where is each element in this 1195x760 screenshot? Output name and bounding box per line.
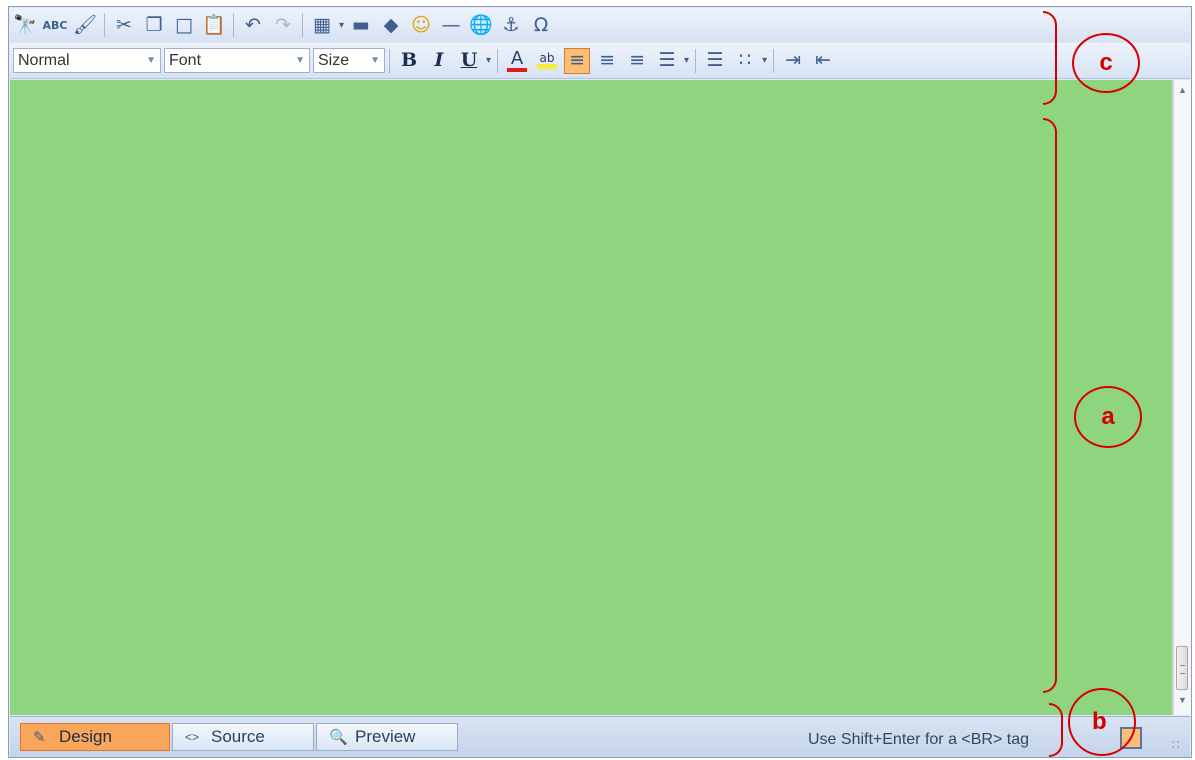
callout-label-c: c — [1099, 49, 1113, 76]
font-color-icon: A — [510, 47, 524, 69]
paragraph-style-value: Normal — [18, 51, 70, 69]
toolbar-separator — [104, 13, 105, 37]
font-name-dropdown[interactable]: Font ▼ — [164, 48, 310, 73]
status-hint: Use Shift+Enter for a <BR> tag — [808, 731, 1030, 748]
hyperlink-icon[interactable]: 🌐 — [468, 12, 494, 38]
text-style-dropdown-arrow[interactable]: ▾ — [486, 55, 491, 66]
toolbar-row-1: 🔭 ABC 🖌 ✂ ❐ □ 📋 ↶ ↷ ▦ ▾ ▬ ◆ ☺ — 🌐 ⚓ Ω — [10, 8, 1190, 42]
scroll-down-arrow[interactable]: ▼ — [1174, 695, 1191, 711]
grip-icon — [1180, 665, 1185, 674]
indent-icon[interactable]: ⇥ — [780, 48, 806, 74]
vertical-scrollbar[interactable]: ▲ ▼ — [1173, 80, 1191, 715]
tab-design-label: Design — [59, 727, 112, 746]
highlight-color-button[interactable]: ab — [534, 48, 560, 74]
callout-circle-c: c — [1072, 33, 1140, 93]
list-dropdown-arrow[interactable]: ▾ — [762, 55, 767, 66]
anchor-icon[interactable]: ⚓ — [498, 12, 524, 38]
mode-bar: ✎ Design <> Source 🔍 Preview Use Shift+E… — [10, 716, 1190, 757]
source-code-icon: <> — [185, 730, 200, 744]
horizontal-rule-icon[interactable]: — — [438, 12, 464, 38]
callout-brace-a — [1043, 118, 1057, 693]
bulleted-list-icon[interactable]: ∷ — [732, 48, 758, 74]
chevron-down-icon: ▼ — [370, 55, 380, 66]
font-color-button[interactable]: A — [504, 48, 530, 74]
design-pencil-icon: ✎ — [33, 729, 46, 746]
toolbar-separator — [389, 48, 390, 73]
tab-source-label: Source — [211, 727, 265, 746]
font-size-dropdown[interactable]: Size ▼ — [313, 48, 385, 73]
insert-table-dropdown-arrow[interactable]: ▾ — [339, 20, 344, 31]
tab-preview[interactable]: 🔍 Preview — [316, 723, 458, 751]
bold-button[interactable]: B — [396, 48, 422, 74]
callout-label-b: b — [1092, 708, 1107, 735]
align-center-button[interactable]: ≡ — [594, 48, 620, 74]
highlight-icon: ab — [539, 51, 555, 65]
tab-preview-label: Preview — [355, 727, 416, 746]
justify-button[interactable]: ☰ — [654, 48, 680, 74]
insert-flash-icon[interactable]: ◆ — [378, 12, 404, 38]
highlight-color-swatch — [537, 64, 558, 69]
callout-brace-b — [1049, 703, 1063, 757]
callout-brace-c — [1043, 11, 1057, 105]
italic-button[interactable]: I — [426, 48, 452, 74]
font-name-value: Font — [169, 51, 202, 69]
paste-icon[interactable]: □ — [171, 12, 197, 38]
toolbar-row-2: Normal ▼ Font ▼ Size ▼ B I U ▾ A ab ≡ ≡ … — [10, 43, 1190, 79]
chevron-down-icon: ▼ — [295, 55, 305, 66]
paste-from-word-icon[interactable]: 📋 — [201, 12, 227, 38]
align-right-button[interactable]: ≡ — [624, 48, 650, 74]
insert-image-icon[interactable]: ▬ — [348, 12, 374, 38]
toolbar-separator — [773, 48, 775, 73]
find-replace-icon[interactable]: 🔭 — [12, 12, 38, 38]
paragraph-style-dropdown[interactable]: Normal ▼ — [13, 48, 161, 73]
editor-content-area[interactable] — [10, 80, 1173, 715]
toolbar-separator — [302, 13, 303, 37]
font-size-value: Size — [318, 51, 350, 69]
chevron-down-icon: ▼ — [146, 55, 156, 66]
preview-magnifier-icon: 🔍 — [329, 729, 348, 746]
spellcheck-icon[interactable]: ABC — [42, 12, 68, 38]
align-left-button[interactable]: ≡ — [564, 47, 591, 74]
insert-table-icon[interactable]: ▦ — [309, 12, 335, 38]
tab-design[interactable]: ✎ Design — [20, 723, 170, 751]
underline-button[interactable]: U — [456, 48, 482, 74]
callout-label-a: a — [1101, 403, 1115, 430]
numbered-list-icon[interactable]: ☰ — [702, 48, 728, 74]
toolbar-separator — [233, 13, 234, 37]
undo-icon[interactable]: ↶ — [240, 12, 266, 38]
copy-icon[interactable]: ❐ — [141, 12, 167, 38]
callout-circle-b: b — [1068, 688, 1136, 756]
emoticon-icon[interactable]: ☺ — [408, 12, 434, 38]
format-stripper-icon[interactable]: 🖌 — [72, 12, 98, 38]
resize-grip-icon[interactable]: ∷ — [1172, 738, 1180, 752]
outdent-icon[interactable]: ⇤ — [810, 48, 836, 74]
rich-text-editor: 🔭 ABC 🖌 ✂ ❐ □ 📋 ↶ ↷ ▦ ▾ ▬ ◆ ☺ — 🌐 ⚓ Ω No… — [8, 6, 1192, 758]
toolbar-separator — [497, 48, 499, 73]
callout-circle-a: a — [1074, 386, 1142, 448]
toolbar-separator — [695, 48, 697, 73]
special-characters-icon[interactable]: Ω — [528, 12, 554, 38]
scrollbar-thumb[interactable] — [1176, 646, 1188, 690]
font-color-swatch — [507, 67, 528, 72]
redo-icon[interactable]: ↷ — [270, 12, 296, 38]
cut-icon[interactable]: ✂ — [111, 12, 137, 38]
alignment-dropdown-arrow[interactable]: ▾ — [684, 55, 689, 66]
tab-source[interactable]: <> Source — [172, 723, 314, 751]
scroll-up-arrow[interactable]: ▲ — [1174, 85, 1191, 101]
